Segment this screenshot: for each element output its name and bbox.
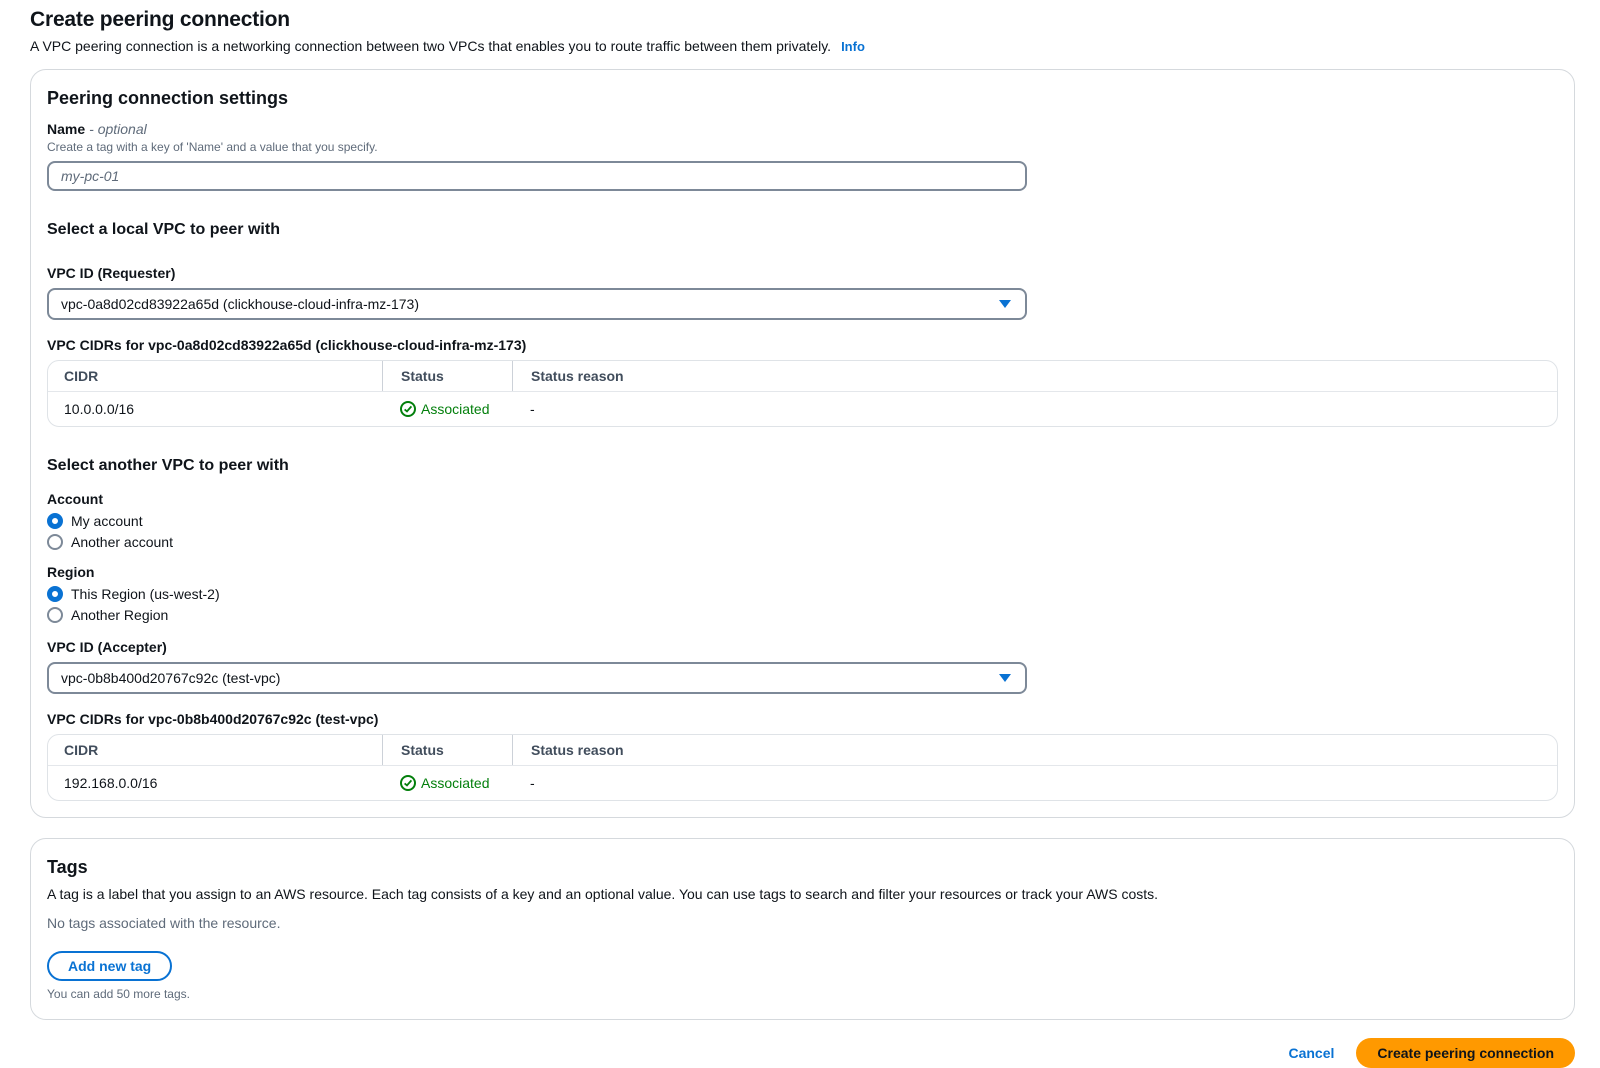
table-row: 10.0.0.0/16 Associated - (48, 392, 1557, 426)
info-link[interactable]: Info (841, 39, 865, 54)
vpc-requester-label: VPC ID (Requester) (47, 265, 1558, 281)
tags-empty-text: No tags associated with the resource. (47, 915, 1558, 931)
column-header-status-reason: Status reason (512, 735, 1541, 765)
add-new-tag-button[interactable]: Add new tag (47, 951, 172, 981)
name-helper: Create a tag with a key of 'Name' and a … (47, 140, 1558, 154)
caret-down-icon (999, 674, 1011, 682)
tags-description: A tag is a label that you assign to an A… (47, 886, 1558, 902)
vpc-accepter-value: vpc-0b8b400d20767c92c (test-vpc) (61, 670, 280, 686)
cidr-value: 192.168.0.0/16 (64, 775, 382, 791)
tags-panel: Tags A tag is a label that you assign to… (30, 838, 1575, 1020)
table-header-row: CIDR Status Status reason (48, 735, 1557, 766)
radio-label: Another Region (71, 607, 168, 623)
radio-label: Another account (71, 534, 173, 550)
column-header-cidr: CIDR (64, 742, 382, 758)
radio-another-region[interactable]: Another Region (47, 607, 168, 623)
accepter-cidr-table: CIDR Status Status reason 192.168.0.0/16… (47, 734, 1558, 801)
vpc-accepter-select[interactable]: vpc-0b8b400d20767c92c (test-vpc) (47, 662, 1027, 694)
vpc-accepter-label: VPC ID (Accepter) (47, 639, 1558, 655)
radio-my-account[interactable]: My account (47, 513, 143, 529)
status-reason-value: - (512, 401, 1541, 417)
cidr-value: 10.0.0.0/16 (64, 401, 382, 417)
status-text: Associated (421, 401, 489, 417)
page-title: Create peering connection (30, 8, 1575, 32)
tags-heading: Tags (47, 857, 1558, 878)
radio-this-region[interactable]: This Region (us-west-2) (47, 586, 220, 602)
radio-unselected-icon (47, 607, 63, 623)
status-reason-value: - (512, 775, 1541, 791)
name-label-text: Name (47, 121, 85, 137)
radio-label: This Region (us-west-2) (71, 586, 220, 602)
status-text: Associated (421, 775, 489, 791)
column-header-status: Status (382, 361, 512, 391)
column-header-cidr: CIDR (64, 368, 382, 384)
status-cell: Associated (382, 401, 512, 417)
column-header-status-reason: Status reason (512, 361, 1541, 391)
create-peering-connection-button[interactable]: Create peering connection (1356, 1038, 1575, 1068)
table-row: 192.168.0.0/16 Associated - (48, 766, 1557, 800)
region-radio-group: Region This Region (us-west-2) Another R… (47, 564, 1558, 623)
check-circle-icon (400, 775, 416, 791)
account-label: Account (47, 491, 1558, 507)
radio-selected-icon (47, 586, 63, 602)
name-field: Name- optional Create a tag with a key o… (47, 121, 1558, 191)
page-description: A VPC peering connection is a networking… (30, 38, 1575, 54)
caret-down-icon (999, 300, 1011, 308)
vpc-requester-value: vpc-0a8d02cd83922a65d (clickhouse-cloud-… (61, 296, 419, 312)
check-circle-icon (400, 401, 416, 417)
name-label: Name- optional (47, 121, 1558, 137)
requester-cidr-table: CIDR Status Status reason 10.0.0.0/16 As… (47, 360, 1558, 427)
peering-settings-panel: Peering connection settings Name- option… (30, 69, 1575, 818)
radio-unselected-icon (47, 534, 63, 550)
requester-cidr-table-title: VPC CIDRs for vpc-0a8d02cd83922a65d (cli… (47, 337, 1558, 353)
page-description-text: A VPC peering connection is a networking… (30, 38, 831, 54)
settings-heading: Peering connection settings (47, 88, 1558, 109)
create-peering-connection-page: Create peering connection A VPC peering … (0, 0, 1600, 1068)
optional-suffix: - optional (89, 121, 147, 137)
table-header-row: CIDR Status Status reason (48, 361, 1557, 392)
account-radio-group: Account My account Another account (47, 491, 1558, 550)
radio-selected-icon (47, 513, 63, 529)
name-input[interactable] (47, 161, 1027, 191)
cancel-button[interactable]: Cancel (1288, 1045, 1334, 1061)
another-vpc-heading: Select another VPC to peer with (47, 457, 1558, 475)
column-header-status: Status (382, 735, 512, 765)
vpc-requester-select[interactable]: vpc-0a8d02cd83922a65d (clickhouse-cloud-… (47, 288, 1027, 320)
radio-another-account[interactable]: Another account (47, 534, 173, 550)
local-vpc-heading: Select a local VPC to peer with (47, 221, 1558, 239)
tags-limit-text: You can add 50 more tags. (47, 987, 1558, 1001)
status-cell: Associated (382, 775, 512, 791)
region-label: Region (47, 564, 1558, 580)
radio-label: My account (71, 513, 143, 529)
accepter-cidr-table-title: VPC CIDRs for vpc-0b8b400d20767c92c (tes… (47, 711, 1558, 727)
footer-actions: Cancel Create peering connection (30, 1038, 1575, 1068)
